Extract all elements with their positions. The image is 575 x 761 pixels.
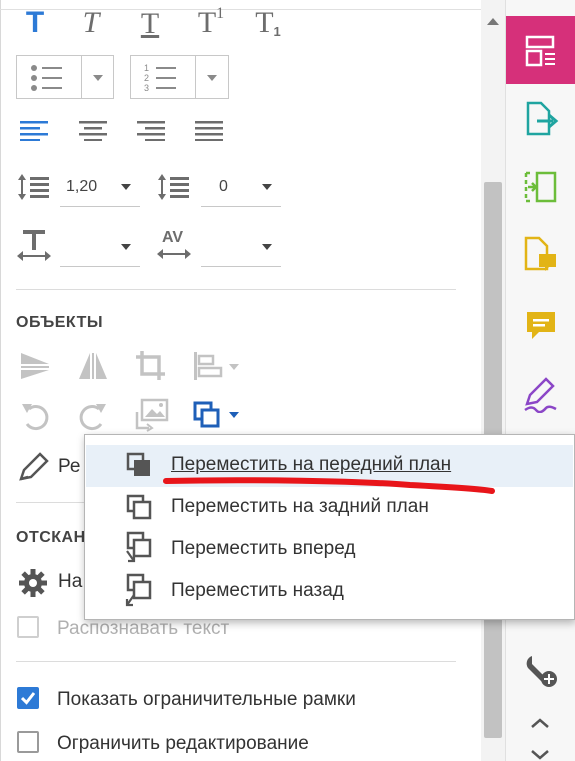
chevron-down-icon bbox=[229, 364, 239, 370]
bullet-list-icon bbox=[31, 65, 62, 91]
menu-item-label: Переместить вперед bbox=[171, 538, 356, 559]
flip-vertical-icon[interactable] bbox=[19, 351, 51, 381]
send-to-back-icon bbox=[126, 494, 152, 520]
subscript-icon[interactable]: T 1 bbox=[251, 6, 285, 39]
recognize-text-label: Распознавать текст bbox=[57, 618, 230, 639]
horizontal-scale-icon bbox=[17, 230, 51, 261]
menu-item-label: Переместить на задний план bbox=[171, 496, 429, 517]
align-justify-icon[interactable] bbox=[195, 121, 225, 141]
restrict-editing-label: Ограничить редактирование bbox=[57, 733, 309, 754]
menu-item-bring-forward[interactable]: Переместить вперед bbox=[86, 529, 573, 571]
align-right-icon[interactable] bbox=[137, 121, 167, 141]
svg-text:1: 1 bbox=[144, 63, 149, 73]
arrange-objects-icon bbox=[193, 401, 220, 428]
italic-glyph: T bbox=[82, 6, 100, 39]
text-bold-icon[interactable]: T bbox=[22, 8, 48, 38]
character-spacing-icon: AV bbox=[157, 229, 193, 263]
rail-scroll-down-icon[interactable] bbox=[531, 750, 549, 760]
align-center-icon[interactable] bbox=[79, 121, 109, 141]
red-annotation-underline bbox=[163, 477, 495, 494]
line-spacing-icon bbox=[18, 174, 49, 200]
paragraph-spacing-field[interactable]: 0 bbox=[201, 167, 281, 207]
svg-text:2: 2 bbox=[144, 73, 149, 83]
divider bbox=[16, 661, 456, 662]
align-objects-icon bbox=[194, 352, 223, 380]
numbered-list-icon: 1 2 3 bbox=[144, 63, 176, 93]
paragraph-spacing-value: 0 bbox=[219, 177, 228, 195]
fill-sign-icon[interactable] bbox=[522, 377, 558, 413]
more-tools-icon[interactable] bbox=[524, 654, 560, 690]
edit-using-label[interactable]: Ре bbox=[58, 456, 80, 478]
bring-forward-icon bbox=[126, 531, 152, 563]
chevron-down-icon bbox=[262, 244, 272, 250]
superscript-base: T bbox=[197, 6, 217, 39]
gear-icon bbox=[19, 569, 47, 597]
bold-glyph: T bbox=[25, 6, 45, 39]
subscript-mark: 1 bbox=[273, 23, 281, 39]
edit-pencil-icon bbox=[19, 452, 49, 481]
paragraph-spacing-icon bbox=[158, 174, 189, 200]
bullet-list-dropdown[interactable] bbox=[16, 55, 114, 99]
underline-glyph: T bbox=[140, 7, 160, 40]
scanned-settings-label[interactable]: На bbox=[58, 571, 82, 593]
restrict-editing-checkbox[interactable] bbox=[17, 731, 39, 753]
show-bounding-boxes-checkbox[interactable] bbox=[17, 687, 39, 709]
chevron-down-icon bbox=[229, 412, 239, 418]
align-objects-dropdown[interactable] bbox=[193, 350, 241, 382]
edit-pdf-tool[interactable] bbox=[506, 16, 575, 84]
replace-image-icon[interactable] bbox=[135, 398, 169, 432]
text-italic-icon[interactable]: T bbox=[78, 8, 104, 38]
char-spacing-glyph: AV bbox=[162, 229, 184, 246]
rotate-right-icon[interactable] bbox=[77, 400, 109, 432]
line-spacing-value: 1,20 bbox=[66, 177, 98, 195]
comment-icon[interactable] bbox=[525, 310, 557, 344]
chevron-down-icon bbox=[262, 184, 272, 190]
rotate-left-icon[interactable] bbox=[19, 400, 51, 432]
arrange-objects-dropdown[interactable] bbox=[193, 400, 243, 432]
svg-text:3: 3 bbox=[144, 83, 149, 93]
menu-item-send-backward[interactable]: Переместить назад bbox=[86, 571, 573, 613]
comment-file-icon[interactable] bbox=[523, 236, 559, 274]
recognize-text-checkbox[interactable] bbox=[17, 616, 39, 638]
edit-pdf-icon bbox=[525, 35, 555, 67]
objects-section-title: ОБЪЕКТЫ bbox=[16, 314, 104, 331]
checkmark-icon bbox=[21, 692, 35, 705]
horizontal-scale-field[interactable] bbox=[60, 227, 140, 267]
export-pdf-icon[interactable] bbox=[525, 101, 559, 137]
scroll-up-arrow[interactable] bbox=[487, 18, 499, 25]
arrange-menu: Переместить на передний план Переместить… bbox=[84, 434, 575, 620]
chevron-down-icon bbox=[121, 244, 131, 250]
divider bbox=[16, 289, 456, 290]
organize-pages-icon[interactable] bbox=[523, 170, 559, 204]
superscript-icon[interactable]: T 1 bbox=[194, 5, 228, 39]
text-underline-icon[interactable]: T bbox=[137, 8, 163, 40]
bring-to-front-icon bbox=[126, 452, 150, 476]
chevron-down-icon bbox=[207, 75, 217, 81]
subscript-base: T bbox=[255, 6, 274, 39]
char-spacing-field[interactable] bbox=[201, 227, 281, 267]
format-panel: T T T T 1 T 1 1 2 3 1,20 0 AV ОБЪЕКТЫ Ре… bbox=[0, 0, 505, 761]
flip-horizontal-icon[interactable] bbox=[77, 351, 109, 381]
superscript-mark: 1 bbox=[216, 5, 225, 22]
menu-item-label: Переместить назад bbox=[171, 580, 344, 601]
scanned-section-title: ОТСКАН bbox=[16, 529, 86, 546]
numbered-list-dropdown[interactable]: 1 2 3 bbox=[130, 55, 229, 99]
show-bounding-boxes-label: Показать ограничительные рамки bbox=[57, 689, 356, 710]
align-left-icon[interactable] bbox=[20, 121, 50, 141]
rail-scroll-up-icon[interactable] bbox=[531, 718, 549, 728]
chevron-down-icon bbox=[121, 184, 131, 190]
crop-icon[interactable] bbox=[135, 350, 167, 382]
send-backward-icon bbox=[125, 573, 152, 607]
line-spacing-field[interactable]: 1,20 bbox=[60, 167, 140, 207]
chevron-down-icon bbox=[93, 75, 103, 81]
